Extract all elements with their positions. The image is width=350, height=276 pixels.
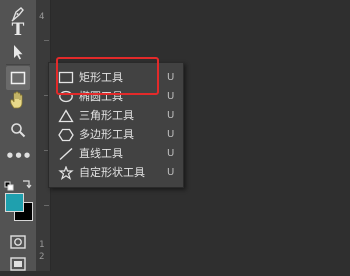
more-tools[interactable]: •••	[5, 144, 32, 168]
swap-colors-icon[interactable]	[21, 174, 32, 193]
ruler-tick-label: 1	[39, 240, 45, 250]
path-selection-tool[interactable]	[6, 40, 30, 64]
type-icon: T	[11, 20, 25, 40]
ruler-tick-label: 2	[39, 252, 45, 262]
magnifier-icon	[9, 121, 27, 139]
menu-item-custom-shape-tool[interactable]: 自定形状工具 U	[49, 163, 183, 182]
ruler-mark	[44, 40, 49, 41]
hand-tool[interactable]	[6, 88, 30, 112]
line-icon	[58, 146, 74, 161]
type-tool[interactable]: T	[6, 18, 30, 42]
zoom-tool[interactable]	[6, 118, 30, 142]
shortcut-key: U	[167, 72, 175, 83]
hand-icon	[8, 90, 28, 110]
ellipsis-icon: •••	[5, 147, 32, 165]
shortcut-key: U	[167, 91, 175, 102]
foreground-color-swatch[interactable]	[5, 193, 24, 212]
quick-mask-icon	[9, 234, 27, 250]
polygon-icon	[58, 127, 74, 142]
highlight-annotation	[56, 57, 159, 95]
screen-mode-icon	[9, 256, 27, 272]
shortcut-key: U	[167, 110, 175, 121]
quick-mask-button[interactable]	[6, 230, 30, 254]
shortcut-key: U	[167, 167, 175, 178]
menu-item-label: 三角形工具	[79, 109, 134, 122]
shortcut-key: U	[167, 129, 175, 140]
menu-item-label: 多边形工具	[79, 128, 134, 141]
toolbar-separator	[6, 64, 30, 65]
triangle-icon	[58, 108, 74, 123]
menu-item-label: 自定形状工具	[79, 166, 145, 179]
menu-item-label: 直线工具	[79, 147, 123, 160]
ruler-mark	[44, 205, 49, 206]
arrow-icon	[10, 43, 26, 61]
ruler-tick-label: 4	[39, 12, 45, 22]
rectangle-icon	[9, 70, 27, 86]
screen-mode-button[interactable]	[6, 252, 30, 276]
menu-item-polygon-tool[interactable]: 多边形工具 U	[49, 125, 183, 144]
menu-item-line-tool[interactable]: 直线工具 U	[49, 144, 183, 163]
color-controls	[4, 174, 32, 191]
tools-panel: T •••	[0, 0, 36, 271]
menu-item-triangle-tool[interactable]: 三角形工具 U	[49, 106, 183, 125]
shortcut-key: U	[167, 148, 175, 159]
rectangle-tool[interactable]	[6, 66, 30, 90]
custom-shape-icon	[58, 165, 74, 180]
